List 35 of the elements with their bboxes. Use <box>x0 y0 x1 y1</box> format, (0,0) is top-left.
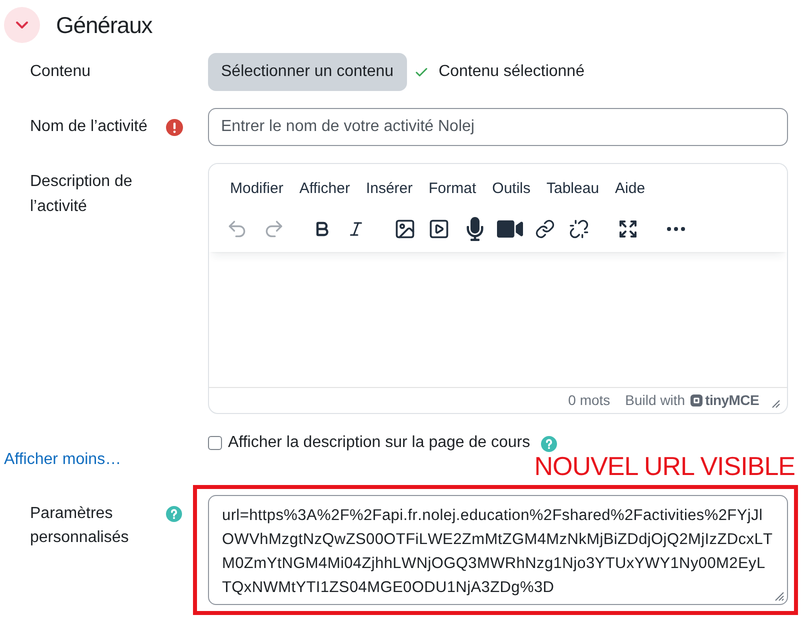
select-content-button[interactable]: Sélectionner un contenu <box>208 53 407 91</box>
fullscreen-icon <box>618 219 638 239</box>
broken-link-icon <box>569 219 589 239</box>
undo-icon <box>226 218 248 240</box>
field-label: Description de l’activité <box>30 172 134 217</box>
activity-name-input[interactable]: Entrer le nom de votre activité Nolej <box>208 108 788 146</box>
menu-item[interactable]: Modifier <box>222 172 292 206</box>
resize-handle-icon[interactable] <box>774 591 784 601</box>
checkbox[interactable] <box>208 436 222 450</box>
menu-item[interactable]: Tableau <box>538 172 608 206</box>
tiny-logo-icon <box>690 394 704 407</box>
field-label: Paramètres personnalisés <box>30 504 130 548</box>
italic-icon <box>347 220 365 238</box>
field-label: Nom de l’activité <box>30 117 148 137</box>
menu-item[interactable]: Afficher <box>291 172 358 206</box>
resize-handle-icon[interactable] <box>770 398 780 408</box>
collapse-button[interactable] <box>4 7 40 43</box>
section-title: Généraux <box>56 11 152 40</box>
menu-item[interactable]: Aide <box>607 172 654 206</box>
play-icon <box>428 218 450 240</box>
link-icon <box>535 219 555 239</box>
checkbox-label[interactable]: Afficher la description sur la page de cours <box>228 434 530 452</box>
branding-link[interactable]: Build with tinyMCE <box>625 390 759 411</box>
menu-item[interactable]: Outils <box>484 172 538 206</box>
menu-item[interactable]: Format <box>420 172 484 206</box>
custom-params-textarea[interactable]: url=https%3A%2F%2Fapi.fr.nolej.education%2Fshared%2Factivities%2FYjJlOWVhMzgtNzQwZS00OTFiLWE2ZmMtZGM4MzNkMjBiZDdjOjQ2MjIzZDcxLTM0ZmYtNGM4Mi04ZjhhLWNjOGQ3MWRhNzg1Njo3YTUxYWY1Ny00M2EyLTQxNWMtYTI1ZS04MGE0ODU1NjA3ZDg%3D <box>208 495 788 605</box>
menu-item[interactable]: Insérer <box>358 172 421 206</box>
field-label: Contenu <box>30 62 92 82</box>
image-icon <box>394 218 416 240</box>
show-less-link[interactable]: Afficher moins… <box>4 451 122 468</box>
annotation-label: NOUVEL URL VISIBLE <box>534 453 795 479</box>
redo-icon <box>263 218 285 240</box>
status-text: Contenu sélectionné <box>438 62 584 82</box>
word-count: 0 mots <box>568 391 610 410</box>
more-icon <box>667 227 685 231</box>
